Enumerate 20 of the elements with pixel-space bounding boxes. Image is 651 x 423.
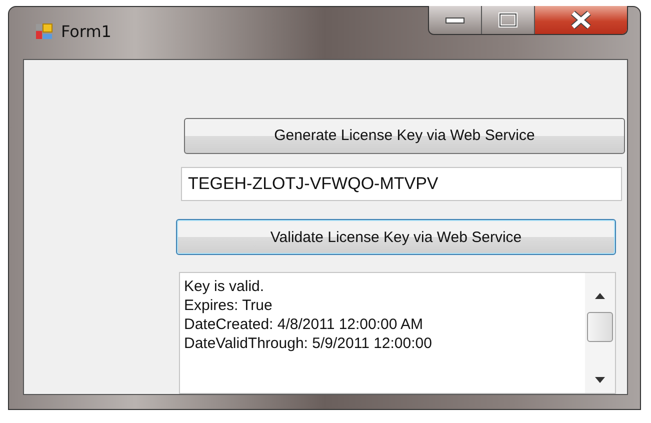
scroll-down-icon[interactable] bbox=[595, 376, 605, 383]
validate-key-button[interactable]: Validate License Key via Web Service bbox=[176, 219, 616, 256]
form-icon bbox=[35, 23, 53, 41]
license-key-field[interactable]: TEGEH-ZLOTJ-VFWQO-MTVPV bbox=[181, 166, 622, 202]
scroll-thumb[interactable] bbox=[587, 312, 613, 342]
output-line: DateValidThrough: 5/9/2011 12:00:00 bbox=[184, 334, 433, 354]
scroll-up-icon[interactable] bbox=[595, 293, 605, 300]
close-button[interactable] bbox=[535, 6, 627, 34]
maximize-icon bbox=[498, 12, 518, 28]
output-line: DateCreated: 4/8/2011 12:00:00 AM bbox=[184, 315, 424, 334]
output-line: Expires: True bbox=[184, 296, 274, 316]
minimize-icon bbox=[444, 16, 466, 24]
vertical-scrollbar[interactable] bbox=[585, 273, 615, 393]
maximize-button[interactable] bbox=[482, 6, 535, 34]
output-text-box[interactable]: Key is valid. Expires: True DateCreated: 4/8/2011 12:00:00 AM DateValidThrough: 5/9/2011 12:00:00 bbox=[179, 272, 616, 394]
minimize-button[interactable] bbox=[429, 6, 482, 34]
generate-key-button[interactable]: Generate License Key via Web Service bbox=[184, 118, 625, 154]
close-icon bbox=[569, 11, 593, 29]
output-line: Key is valid. bbox=[184, 277, 266, 296]
window-title: Form1 bbox=[61, 22, 112, 41]
